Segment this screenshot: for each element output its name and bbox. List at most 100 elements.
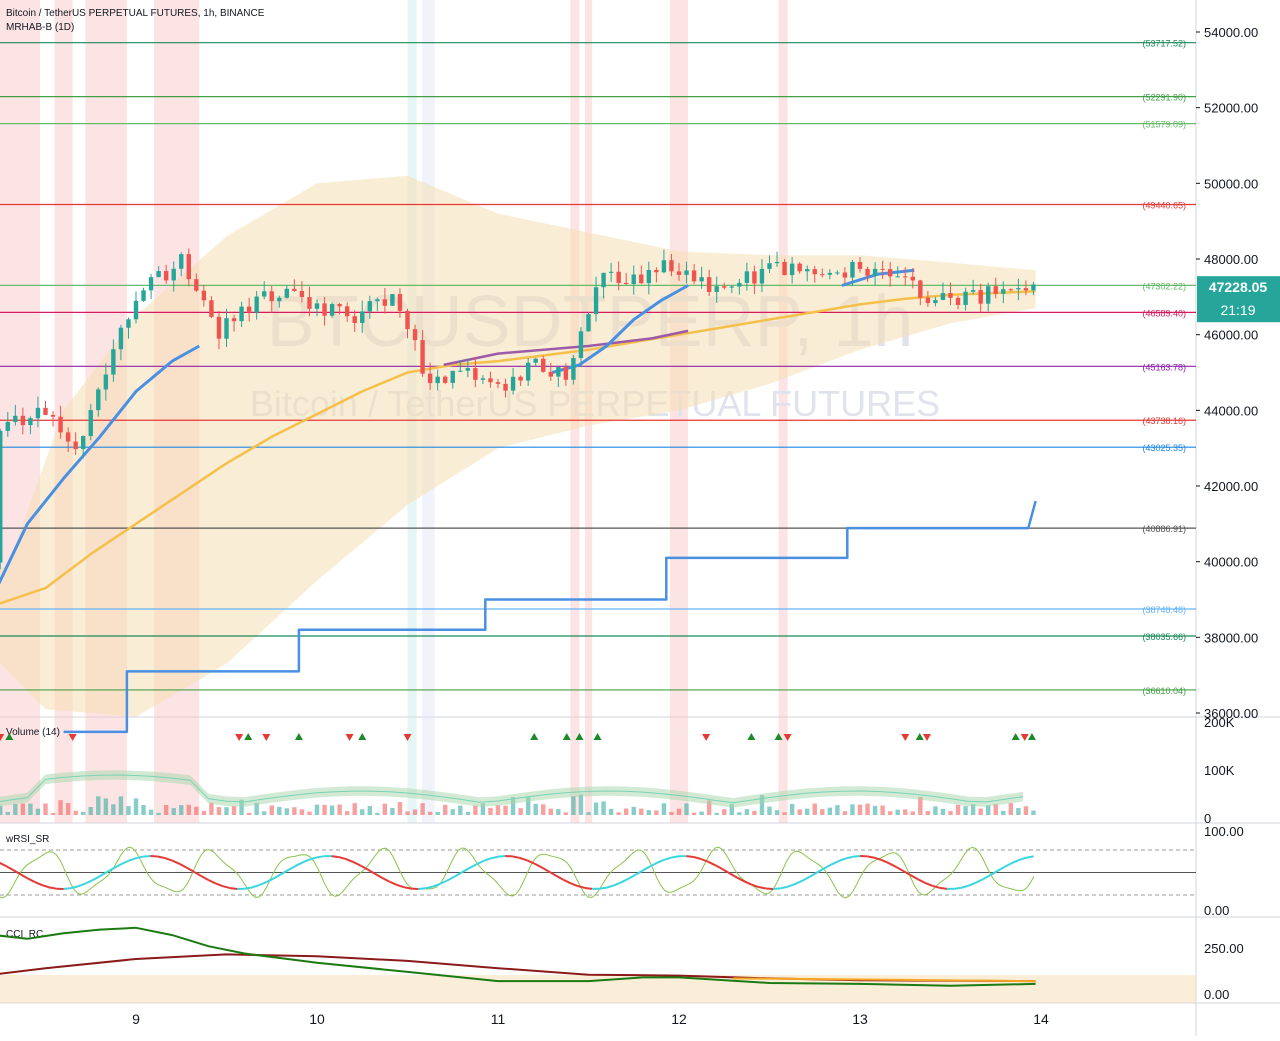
- candle-body: [239, 307, 243, 322]
- volume-bar: [428, 812, 432, 815]
- wrsi-signal-segment: [418, 888, 425, 889]
- price-tick-label: 50000.00: [1204, 176, 1258, 191]
- candle-body: [458, 371, 462, 372]
- volume-bar: [616, 812, 620, 815]
- volume-bar: [202, 811, 206, 815]
- candle-body: [767, 263, 771, 269]
- wrsi-signal-segment: [179, 864, 186, 868]
- candle-body: [481, 378, 485, 379]
- wrsi-tick-label: 100.00: [1204, 824, 1244, 839]
- candle-body: [986, 286, 990, 303]
- wrsi-signal-segment: [389, 882, 396, 885]
- volume-bar: [134, 798, 138, 815]
- candle-body: [549, 372, 553, 377]
- volume-bar: [978, 809, 982, 815]
- candle-body: [813, 269, 817, 274]
- volume-bar: [775, 810, 779, 815]
- volume-bar: [556, 809, 560, 815]
- candle-body: [277, 298, 281, 302]
- wrsi-signal-segment: [0, 862, 6, 866]
- volume-bar: [413, 809, 417, 815]
- candle-body: [224, 318, 228, 339]
- wrsi-signal-segment: [346, 859, 353, 862]
- candle-body: [926, 298, 930, 303]
- candle-body: [722, 286, 726, 287]
- cci-zone: [0, 975, 1196, 1003]
- signal-up-triangle: [530, 733, 538, 740]
- volume-bar: [1001, 811, 1005, 815]
- wrsi-signal-segment: [1012, 860, 1019, 863]
- wrsi-signal-segment: [42, 885, 49, 887]
- candle-body: [36, 408, 40, 418]
- volume-bar: [722, 809, 726, 815]
- candle-body: [835, 272, 839, 273]
- volume-bar: [466, 812, 470, 815]
- volume-bar: [330, 806, 334, 815]
- candle-body: [164, 271, 168, 280]
- candle-body: [601, 273, 605, 287]
- candle-body: [368, 301, 372, 311]
- signal-down-triangle: [262, 734, 270, 741]
- candle-body: [58, 417, 62, 433]
- chart-canvas[interactable]: BTCUSDTPERP, 1hBitcoin / TetherUS PERPET…: [0, 0, 1280, 1036]
- candle-body: [66, 432, 70, 441]
- candle-body: [518, 377, 522, 381]
- date-tick-label: 10: [309, 1011, 325, 1027]
- date-tick-label: 14: [1033, 1011, 1049, 1027]
- price-tick-label: 38000.00: [1204, 630, 1258, 645]
- wrsi-signal-segment: [838, 859, 845, 862]
- candle-body: [843, 272, 847, 277]
- candle-body: [89, 410, 93, 436]
- volume-bar: [534, 804, 538, 815]
- wrsi-signal-segment: [223, 886, 230, 888]
- volume-bar: [518, 808, 522, 815]
- candle-body: [805, 269, 809, 271]
- candle-body: [880, 269, 884, 270]
- volume-bar: [307, 812, 311, 815]
- volume-bar: [58, 800, 62, 815]
- volume-bar: [564, 812, 568, 815]
- level-label: (45163.78): [1142, 362, 1186, 372]
- volume-bar: [601, 801, 605, 815]
- volume-bar: [353, 803, 357, 815]
- wrsi-signal-segment: [983, 875, 990, 879]
- volume-bar: [66, 803, 70, 815]
- volume-bar: [262, 811, 266, 815]
- candle-body: [692, 270, 696, 281]
- volume-bar: [549, 809, 553, 815]
- wrsi-signal-segment: [353, 862, 360, 866]
- volume-bar: [1016, 808, 1020, 815]
- price-tick-label: 48000.00: [1204, 252, 1258, 267]
- volume-bar: [647, 810, 651, 815]
- volume-bar: [662, 803, 666, 815]
- level-label: (38748.48): [1142, 605, 1186, 615]
- volume-bar: [96, 796, 100, 815]
- candle-body: [820, 274, 824, 275]
- wrsi-signal-segment: [331, 856, 338, 857]
- candle-body: [96, 389, 100, 410]
- wrsi-signal-segment: [831, 861, 838, 864]
- level-label: (40886.91): [1142, 524, 1186, 534]
- volume-ma-band: [0, 770, 1023, 808]
- wrsi-signal-segment: [150, 856, 157, 857]
- wrsi-signal-segment: [889, 863, 896, 867]
- chart-stage[interactable]: BTCUSDTPERP, 1hBitcoin / TetherUS PERPET…: [0, 0, 1280, 1036]
- date-tick-label: 9: [132, 1011, 140, 1027]
- candle-body: [179, 254, 183, 269]
- candle-body: [775, 262, 779, 263]
- volume-bar: [149, 810, 153, 815]
- wrsi-tick-label: 0.00: [1204, 903, 1229, 918]
- candle-body: [526, 363, 530, 381]
- volume-bar: [435, 812, 439, 815]
- candle-body: [715, 286, 719, 292]
- volume-bar: [6, 812, 10, 815]
- wrsi-signal-segment: [484, 858, 491, 861]
- wrsi-signal-segment: [672, 856, 679, 857]
- volume-bar: [270, 805, 274, 815]
- volume-bar: [820, 809, 824, 815]
- volume-bar: [896, 810, 900, 815]
- wrsi-signal-segment: [578, 886, 585, 888]
- cci-tick-label: 0.00: [1204, 987, 1229, 1002]
- volume-bar: [692, 813, 696, 815]
- candle-body: [594, 287, 598, 314]
